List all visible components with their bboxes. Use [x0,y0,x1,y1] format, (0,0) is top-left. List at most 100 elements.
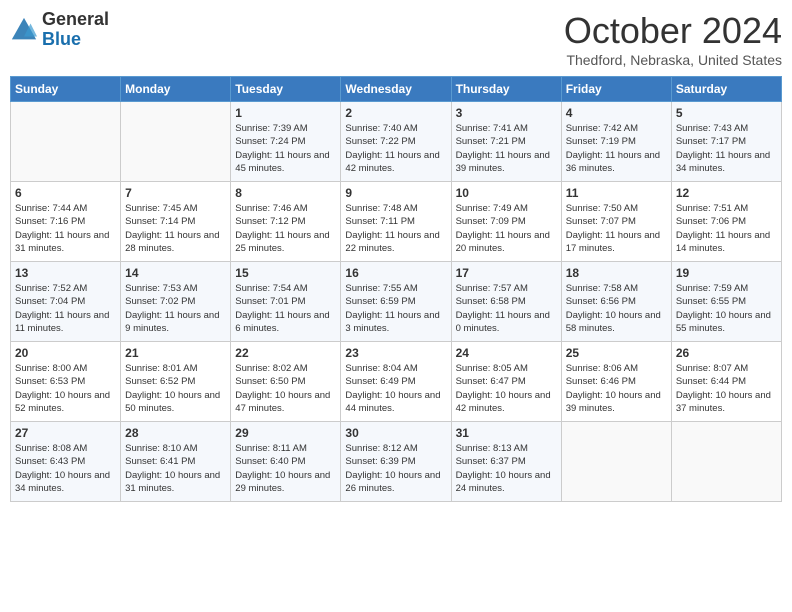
calendar-cell: 9 Sunrise: 7:48 AM Sunset: 7:11 PM Daylig… [341,182,451,262]
day-number: 18 [566,266,667,280]
day-number: 7 [125,186,226,200]
calendar-cell: 8Sunrise: 7:46 AM Sunset: 7:12 PM Daylig… [231,182,341,262]
calendar-cell: 11 Sunrise: 7:50 AM Sunset: 7:07 PM Dayli… [561,182,671,262]
calendar-cell: 30 Sunrise: 8:12 AM Sunset: 6:39 PM Dayli… [341,422,451,502]
calendar-cell: 7 Sunrise: 7:45 AM Sunset: 7:14 PM Daylig… [121,182,231,262]
calendar-cell: 20Sunrise: 8:00 AM Sunset: 6:53 PM Dayli… [11,342,121,422]
day-number: 30 [345,426,446,440]
day-number: 17 [456,266,557,280]
calendar-cell: 31 Sunrise: 8:13 AM Sunset: 6:37 PM Dayli… [451,422,561,502]
day-number: 9 [345,186,446,200]
day-number: 4 [566,106,667,120]
logo-icon [10,16,38,44]
day-number: 29 [235,426,336,440]
cell-content: Sunrise: 7:58 AM Sunset: 6:56 PM Dayligh… [566,282,667,335]
calendar-week-row: 1Sunrise: 7:39 AM Sunset: 7:24 PM Daylig… [11,102,782,182]
month-title: October 2024 [564,10,782,52]
calendar-cell: 4 Sunrise: 7:42 AM Sunset: 7:19 PM Daylig… [561,102,671,182]
calendar-week-row: 20Sunrise: 8:00 AM Sunset: 6:53 PM Dayli… [11,342,782,422]
calendar-cell: 6 Sunrise: 7:44 AM Sunset: 7:16 PM Daylig… [11,182,121,262]
cell-content: Sunrise: 7:57 AM Sunset: 6:58 PM Dayligh… [456,282,557,335]
day-number: 27 [15,426,116,440]
calendar-table: SundayMondayTuesdayWednesdayThursdayFrid… [10,76,782,502]
calendar-cell: 27 Sunrise: 8:08 AM Sunset: 6:43 PM Dayli… [11,422,121,502]
cell-content: Sunrise: 7:42 AM Sunset: 7:19 PM Dayligh… [566,122,667,175]
cell-content: Sunrise: 7:55 AM Sunset: 6:59 PM Dayligh… [345,282,446,335]
calendar-week-row: 6 Sunrise: 7:44 AM Sunset: 7:16 PM Daylig… [11,182,782,262]
cell-content: Sunrise: 8:04 AM Sunset: 6:49 PM Dayligh… [345,362,446,415]
cell-content: Sunrise: 8:08 AM Sunset: 6:43 PM Dayligh… [15,442,116,495]
calendar-cell: 15Sunrise: 7:54 AM Sunset: 7:01 PM Dayli… [231,262,341,342]
day-number: 25 [566,346,667,360]
day-number: 26 [676,346,777,360]
cell-content: Sunrise: 8:00 AM Sunset: 6:53 PM Dayligh… [15,362,116,415]
cell-content: Sunrise: 7:40 AM Sunset: 7:22 PM Dayligh… [345,122,446,175]
calendar-cell: 22 Sunrise: 8:02 AM Sunset: 6:50 PM Dayli… [231,342,341,422]
calendar-cell: 14 Sunrise: 7:53 AM Sunset: 7:02 PM Dayli… [121,262,231,342]
day-number: 12 [676,186,777,200]
day-number: 11 [566,186,667,200]
logo-text: General Blue [42,10,109,50]
calendar-cell: 1Sunrise: 7:39 AM Sunset: 7:24 PM Daylig… [231,102,341,182]
page-header: General Blue October 2024 Thedford, Nebr… [10,10,782,68]
day-number: 6 [15,186,116,200]
cell-content: Sunrise: 7:52 AM Sunset: 7:04 PM Dayligh… [15,282,116,335]
weekday-header-cell: Monday [121,77,231,102]
cell-content: Sunrise: 8:13 AM Sunset: 6:37 PM Dayligh… [456,442,557,495]
weekday-header-cell: Wednesday [341,77,451,102]
day-number: 2 [345,106,446,120]
day-number: 23 [345,346,446,360]
cell-content: Sunrise: 8:02 AM Sunset: 6:50 PM Dayligh… [235,362,336,415]
day-number: 31 [456,426,557,440]
day-number: 5 [676,106,777,120]
cell-content: Sunrise: 7:54 AM Sunset: 7:01 PM Dayligh… [235,282,336,335]
cell-content: Sunrise: 7:51 AM Sunset: 7:06 PM Dayligh… [676,202,777,255]
weekday-header-cell: Thursday [451,77,561,102]
cell-content: Sunrise: 8:07 AM Sunset: 6:44 PM Dayligh… [676,362,777,415]
calendar-cell: 28 Sunrise: 8:10 AM Sunset: 6:41 PM Dayli… [121,422,231,502]
calendar-cell: 16Sunrise: 7:55 AM Sunset: 6:59 PM Dayli… [341,262,451,342]
day-number: 10 [456,186,557,200]
cell-content: Sunrise: 8:01 AM Sunset: 6:52 PM Dayligh… [125,362,226,415]
weekday-header-cell: Friday [561,77,671,102]
calendar-cell: 13 Sunrise: 7:52 AM Sunset: 7:04 PM Dayli… [11,262,121,342]
calendar-cell: 5 Sunrise: 7:43 AM Sunset: 7:17 PM Daylig… [671,102,781,182]
calendar-cell: 3Sunrise: 7:41 AM Sunset: 7:21 PM Daylig… [451,102,561,182]
calendar-cell [121,102,231,182]
day-number: 3 [456,106,557,120]
logo: General Blue [10,10,109,50]
day-number: 19 [676,266,777,280]
cell-content: Sunrise: 8:10 AM Sunset: 6:41 PM Dayligh… [125,442,226,495]
cell-content: Sunrise: 7:48 AM Sunset: 7:11 PM Dayligh… [345,202,446,255]
calendar-cell: 2 Sunrise: 7:40 AM Sunset: 7:22 PM Daylig… [341,102,451,182]
calendar-cell: 18 Sunrise: 7:58 AM Sunset: 6:56 PM Dayli… [561,262,671,342]
calendar-cell: 29 Sunrise: 8:11 AM Sunset: 6:40 PM Dayli… [231,422,341,502]
calendar-cell: 24 Sunrise: 8:05 AM Sunset: 6:47 PM Dayli… [451,342,561,422]
day-number: 13 [15,266,116,280]
cell-content: Sunrise: 7:39 AM Sunset: 7:24 PM Dayligh… [235,122,336,175]
cell-content: Sunrise: 7:53 AM Sunset: 7:02 PM Dayligh… [125,282,226,335]
calendar-cell: 12 Sunrise: 7:51 AM Sunset: 7:06 PM Dayli… [671,182,781,262]
cell-content: Sunrise: 7:43 AM Sunset: 7:17 PM Dayligh… [676,122,777,175]
calendar-week-row: 27 Sunrise: 8:08 AM Sunset: 6:43 PM Dayli… [11,422,782,502]
calendar-cell: 23 Sunrise: 8:04 AM Sunset: 6:49 PM Dayli… [341,342,451,422]
cell-content: Sunrise: 8:05 AM Sunset: 6:47 PM Dayligh… [456,362,557,415]
calendar-cell: 19Sunrise: 7:59 AM Sunset: 6:55 PM Dayli… [671,262,781,342]
calendar-body: 1Sunrise: 7:39 AM Sunset: 7:24 PM Daylig… [11,102,782,502]
cell-content: Sunrise: 7:50 AM Sunset: 7:07 PM Dayligh… [566,202,667,255]
weekday-header-row: SundayMondayTuesdayWednesdayThursdayFrid… [11,77,782,102]
weekday-header-cell: Tuesday [231,77,341,102]
cell-content: Sunrise: 7:45 AM Sunset: 7:14 PM Dayligh… [125,202,226,255]
day-number: 22 [235,346,336,360]
cell-content: Sunrise: 8:06 AM Sunset: 6:46 PM Dayligh… [566,362,667,415]
weekday-header-cell: Sunday [11,77,121,102]
day-number: 28 [125,426,226,440]
logo-general: General [42,9,109,29]
day-number: 24 [456,346,557,360]
cell-content: Sunrise: 8:11 AM Sunset: 6:40 PM Dayligh… [235,442,336,495]
calendar-week-row: 13 Sunrise: 7:52 AM Sunset: 7:04 PM Dayli… [11,262,782,342]
day-number: 14 [125,266,226,280]
cell-content: Sunrise: 7:44 AM Sunset: 7:16 PM Dayligh… [15,202,116,255]
cell-content: Sunrise: 8:12 AM Sunset: 6:39 PM Dayligh… [345,442,446,495]
calendar-cell: 10Sunrise: 7:49 AM Sunset: 7:09 PM Dayli… [451,182,561,262]
